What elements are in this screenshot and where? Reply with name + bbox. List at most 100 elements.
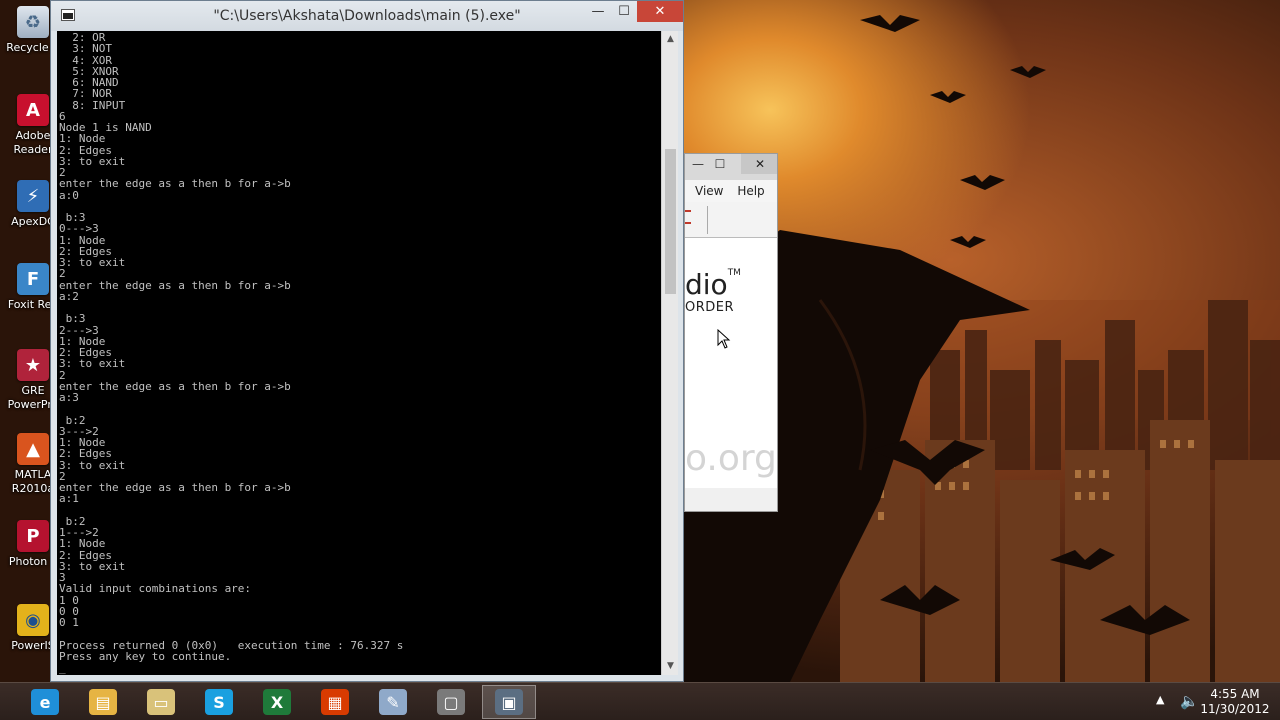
console-line: a:0	[59, 188, 79, 202]
console-line: 1--->2	[59, 526, 99, 539]
console-line: 4: XOR	[59, 53, 112, 67]
minimize-button[interactable]: —	[585, 1, 611, 22]
console-line: 2: OR	[59, 31, 106, 44]
console-line: 0 1	[59, 616, 79, 629]
console-line: b:2	[59, 413, 86, 427]
taskbar-item-internet-explorer[interactable]: e	[18, 685, 72, 719]
toolbar-icon[interactable]	[685, 210, 691, 224]
console-line: enter the edge as a then b for a->b	[59, 379, 291, 393]
console-line: 2	[59, 267, 66, 281]
maximize-button[interactable]: ☐	[611, 1, 637, 22]
menu-view[interactable]: View	[695, 184, 723, 198]
console-line: Node 1 is NAND	[59, 121, 152, 134]
console-line: a:1	[59, 492, 79, 506]
console-line: 3: to exit	[59, 559, 126, 573]
console-line: 3: NOT	[59, 42, 112, 56]
console-line: 3: to exit	[59, 357, 126, 371]
console-line: 1: Node	[59, 334, 106, 348]
menu-help[interactable]: Help	[737, 184, 764, 198]
scrollbar-thumb[interactable]	[665, 149, 676, 294]
console-line: 5: XNOR	[59, 64, 119, 78]
recycle-bin-icon: ♻	[17, 6, 49, 38]
taskbar-item-file-explorer[interactable]: ▤	[76, 685, 130, 719]
console-line: 6: NAND	[59, 76, 119, 89]
skype-icon: S	[205, 689, 233, 715]
console-line: 1: Node	[59, 436, 106, 449]
console-line: a:3	[59, 391, 79, 404]
background-window[interactable]: — ☐ ✕ View Help dioTM ORDER o.org	[684, 153, 778, 512]
url-watermark: o.org	[685, 438, 777, 479]
vertical-scrollbar[interactable]: ▲ ▼	[661, 31, 678, 675]
maximize-button[interactable]: ☐	[707, 154, 733, 174]
close-button[interactable]: ✕	[741, 154, 777, 174]
console-line: 7: NOR	[59, 87, 112, 101]
console-line: 2: Edges	[59, 548, 112, 562]
console-line: _	[59, 661, 66, 674]
console-line: 0 0	[59, 604, 79, 618]
taskbar: e ▤ ▭ S X ▦ ✎ ▢ ▣ ▲ 🔈 4:55 AM 11/30/2012	[0, 682, 1280, 720]
console-line: b:3	[59, 312, 86, 326]
console-line: 2: Edges	[59, 244, 112, 258]
background-window-toolbar	[685, 202, 777, 238]
console-line: 2--->3	[59, 323, 99, 337]
console-line: 3: to exit	[59, 458, 126, 472]
taskbar-item-paint[interactable]: ✎	[366, 685, 420, 719]
paint-icon: ✎	[379, 689, 407, 715]
taskbar-item-excel[interactable]: X	[250, 685, 304, 719]
show-hidden-icons-arrow-icon[interactable]: ▲	[1156, 693, 1164, 720]
console-titlebar[interactable]: "C:\Users\Akshata\Downloads\main (5).exe…	[51, 1, 683, 31]
taskbar-item-office[interactable]: ▦	[308, 685, 362, 719]
console-line: Press any key to continue.	[59, 649, 232, 663]
taskbar-item-skype[interactable]: S	[192, 685, 246, 719]
console-line: 3: to exit	[59, 256, 126, 269]
brand-subtitle: ORDER	[685, 300, 735, 315]
close-button[interactable]: ✕	[637, 1, 683, 22]
scroll-down-arrow-icon[interactable]: ▼	[662, 658, 679, 675]
console-window[interactable]: "C:\Users\Akshata\Downloads\main (5).exe…	[50, 0, 684, 682]
console-line: b:2	[59, 514, 86, 528]
screen-recorder-icon: ▢	[437, 689, 465, 715]
gre-powerprep-icon: ★	[17, 349, 49, 381]
office-icon: ▦	[321, 689, 349, 715]
foxit-reader-icon: F	[17, 263, 49, 295]
console-line: 1: Node	[59, 233, 106, 247]
console-line: 3--->2	[59, 424, 99, 438]
folder-icon: ▭	[147, 689, 175, 715]
console-line: 2: Edges	[59, 346, 112, 359]
poweriso-icon: ◉	[17, 604, 49, 636]
console-line: 3: to exit	[59, 154, 126, 168]
mouse-pointer-icon	[717, 329, 731, 349]
system-clock[interactable]: 4:55 AM 11/30/2012	[1200, 687, 1270, 720]
console-output[interactable]: 2: OR 3: NOT 4: XOR 5: XNOR 6: NAND 7: N…	[57, 31, 661, 675]
console-line: enter the edge as a then b for a->b	[59, 177, 291, 191]
taskbar-item-console-app[interactable]: ▣	[482, 685, 536, 719]
console-line: b:3	[59, 211, 86, 224]
excel-icon: X	[263, 689, 291, 715]
taskbar-item-screen-recorder[interactable]: ▢	[424, 685, 478, 719]
apexdc-icon: ⚡	[17, 180, 49, 212]
console-line: 2: Edges	[59, 447, 112, 461]
console-line: 8: INPUT	[59, 98, 126, 112]
console-line: a:2	[59, 289, 79, 303]
background-window-titlebar[interactable]: — ☐ ✕	[685, 154, 777, 180]
background-window-content: dioTM ORDER o.org	[685, 238, 777, 488]
toolbar-separator	[707, 206, 708, 234]
volume-icon[interactable]: 🔈	[1180, 692, 1199, 720]
console-line: 1: Node	[59, 537, 106, 551]
console-line: 2: Edges	[59, 143, 112, 157]
file-explorer-icon: ▤	[89, 689, 117, 715]
matlab-icon: ▲	[17, 433, 49, 465]
console-line: Valid input combinations are:	[59, 582, 252, 596]
console-line: 0--->3	[59, 222, 99, 236]
console-app-icon: ▣	[495, 689, 523, 715]
adobe-reader-icon: A	[17, 94, 49, 126]
scroll-up-arrow-icon[interactable]: ▲	[662, 31, 679, 48]
clock-date: 11/30/2012	[1200, 702, 1270, 716]
background-window-menubar: View Help	[685, 180, 777, 202]
taskbar-item-folder[interactable]: ▭	[134, 685, 188, 719]
